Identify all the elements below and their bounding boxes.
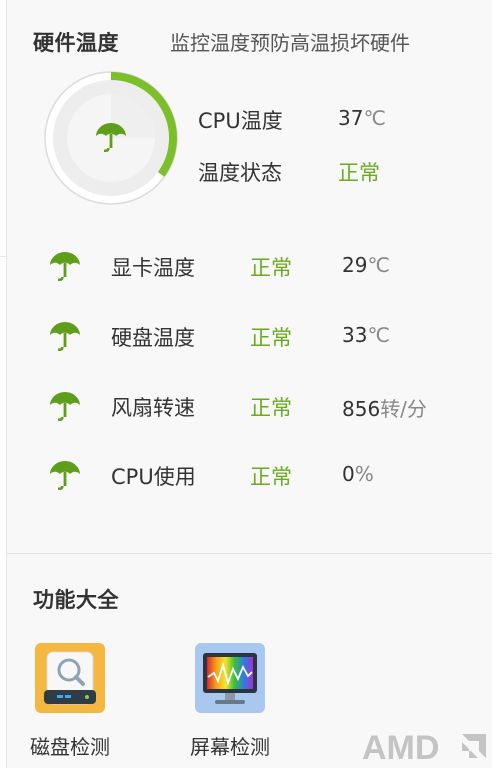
umbrella-icon <box>50 322 80 351</box>
screen-check-tool[interactable]: 屏幕检测 <box>170 643 290 760</box>
sensor-value-number: 0 <box>342 462 355 486</box>
umbrella-icon <box>50 252 80 281</box>
cpu-temp-gauge <box>43 70 179 206</box>
sensor-value-unit: ℃ <box>367 253 390 277</box>
sensor-value: 33℃ <box>342 323 390 347</box>
monitor-test-icon[interactable] <box>195 643 265 713</box>
cpu-temp-value: 37℃ <box>338 106 386 130</box>
sensor-value-number: 33 <box>342 323 368 347</box>
hardware-title: 硬件温度 <box>33 31 119 55</box>
sensor-status: 正常 <box>250 256 292 280</box>
sensor-value-number: 856 <box>342 397 381 421</box>
cpu-temp-unit: ℃ <box>363 106 386 130</box>
sensor-label: CPU使用 <box>111 465 196 489</box>
svg-text:AMD: AMD <box>362 729 439 764</box>
sensor-value-unit: ℃ <box>367 323 390 347</box>
sensor-value-unit: % <box>354 462 374 486</box>
sensor-label: 显卡温度 <box>111 256 195 280</box>
amd-logo: AMD <box>362 729 486 764</box>
cpu-temp-number: 37 <box>338 106 364 130</box>
disk-check-label: 磁盘检测 <box>30 735 110 759</box>
screen-check-label: 屏幕检测 <box>190 735 270 759</box>
temp-status-value: 正常 <box>338 161 380 185</box>
sensor-label: 硬盘温度 <box>111 326 195 350</box>
functions-title: 功能大全 <box>33 588 119 612</box>
disk-check-tool[interactable]: 磁盘检测 <box>10 643 130 760</box>
umbrella-icon <box>50 461 80 490</box>
sensor-status: 正常 <box>250 326 292 350</box>
umbrella-icon <box>50 392 80 421</box>
sensor-status: 正常 <box>250 396 292 420</box>
sensor-value-unit: 转/分 <box>380 397 427 421</box>
hardware-panel: 硬件温度 监控温度预防高温损坏硬件 CPU温度 37℃ 温度状态 正常 显卡温度… <box>6 0 492 768</box>
temp-status-label: 温度状态 <box>198 161 282 185</box>
sensor-label: 风扇转速 <box>111 396 195 420</box>
sensor-value-number: 29 <box>342 253 368 277</box>
sensor-value: 29℃ <box>342 253 390 277</box>
sensor-value: 0% <box>342 462 374 486</box>
cpu-temp-label: CPU温度 <box>198 109 283 133</box>
sensor-status: 正常 <box>250 465 292 489</box>
section-divider <box>7 553 492 554</box>
sensor-value: 856转/分 <box>342 393 427 422</box>
hardware-description: 监控温度预防高温损坏硬件 <box>170 31 410 55</box>
disk-scan-icon[interactable] <box>35 643 105 713</box>
umbrella-icon <box>96 123 126 152</box>
